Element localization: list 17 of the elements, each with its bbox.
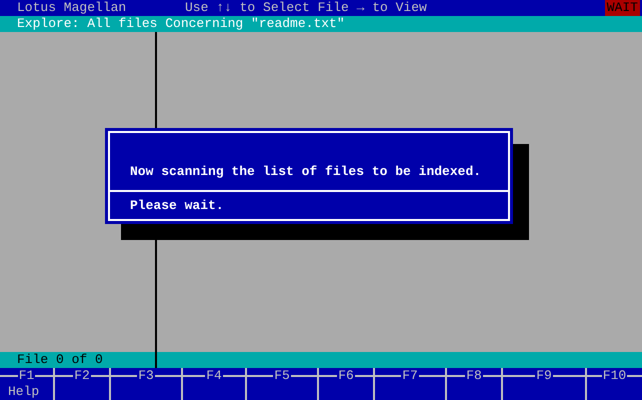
file-count: File 0 of 0	[17, 352, 103, 368]
dialog-message: Now scanning the list of files to be indexed.	[130, 164, 482, 180]
navigation-hint: Use ↑↓ to Select File → to View	[185, 0, 427, 16]
function-key[interactable]: F1 Help	[0, 368, 53, 400]
function-key[interactable]: F7	[373, 368, 445, 400]
function-key[interactable]: F10	[585, 368, 642, 400]
dialog-footer: Please wait.	[130, 198, 224, 214]
function-key[interactable]: F3	[109, 368, 181, 400]
function-key[interactable]: F9	[501, 368, 585, 400]
app-title: Lotus Magellan	[17, 0, 128, 16]
function-key[interactable]: F6	[317, 368, 373, 400]
function-key[interactable]: F2	[53, 368, 109, 400]
function-key[interactable]: F8	[445, 368, 501, 400]
function-key[interactable]: F4	[181, 368, 245, 400]
function-key[interactable]: F5	[245, 368, 317, 400]
wait-indicator: WAIT	[604, 0, 640, 16]
explore-query: Explore: All files Concerning "readme.txt"	[17, 16, 345, 32]
